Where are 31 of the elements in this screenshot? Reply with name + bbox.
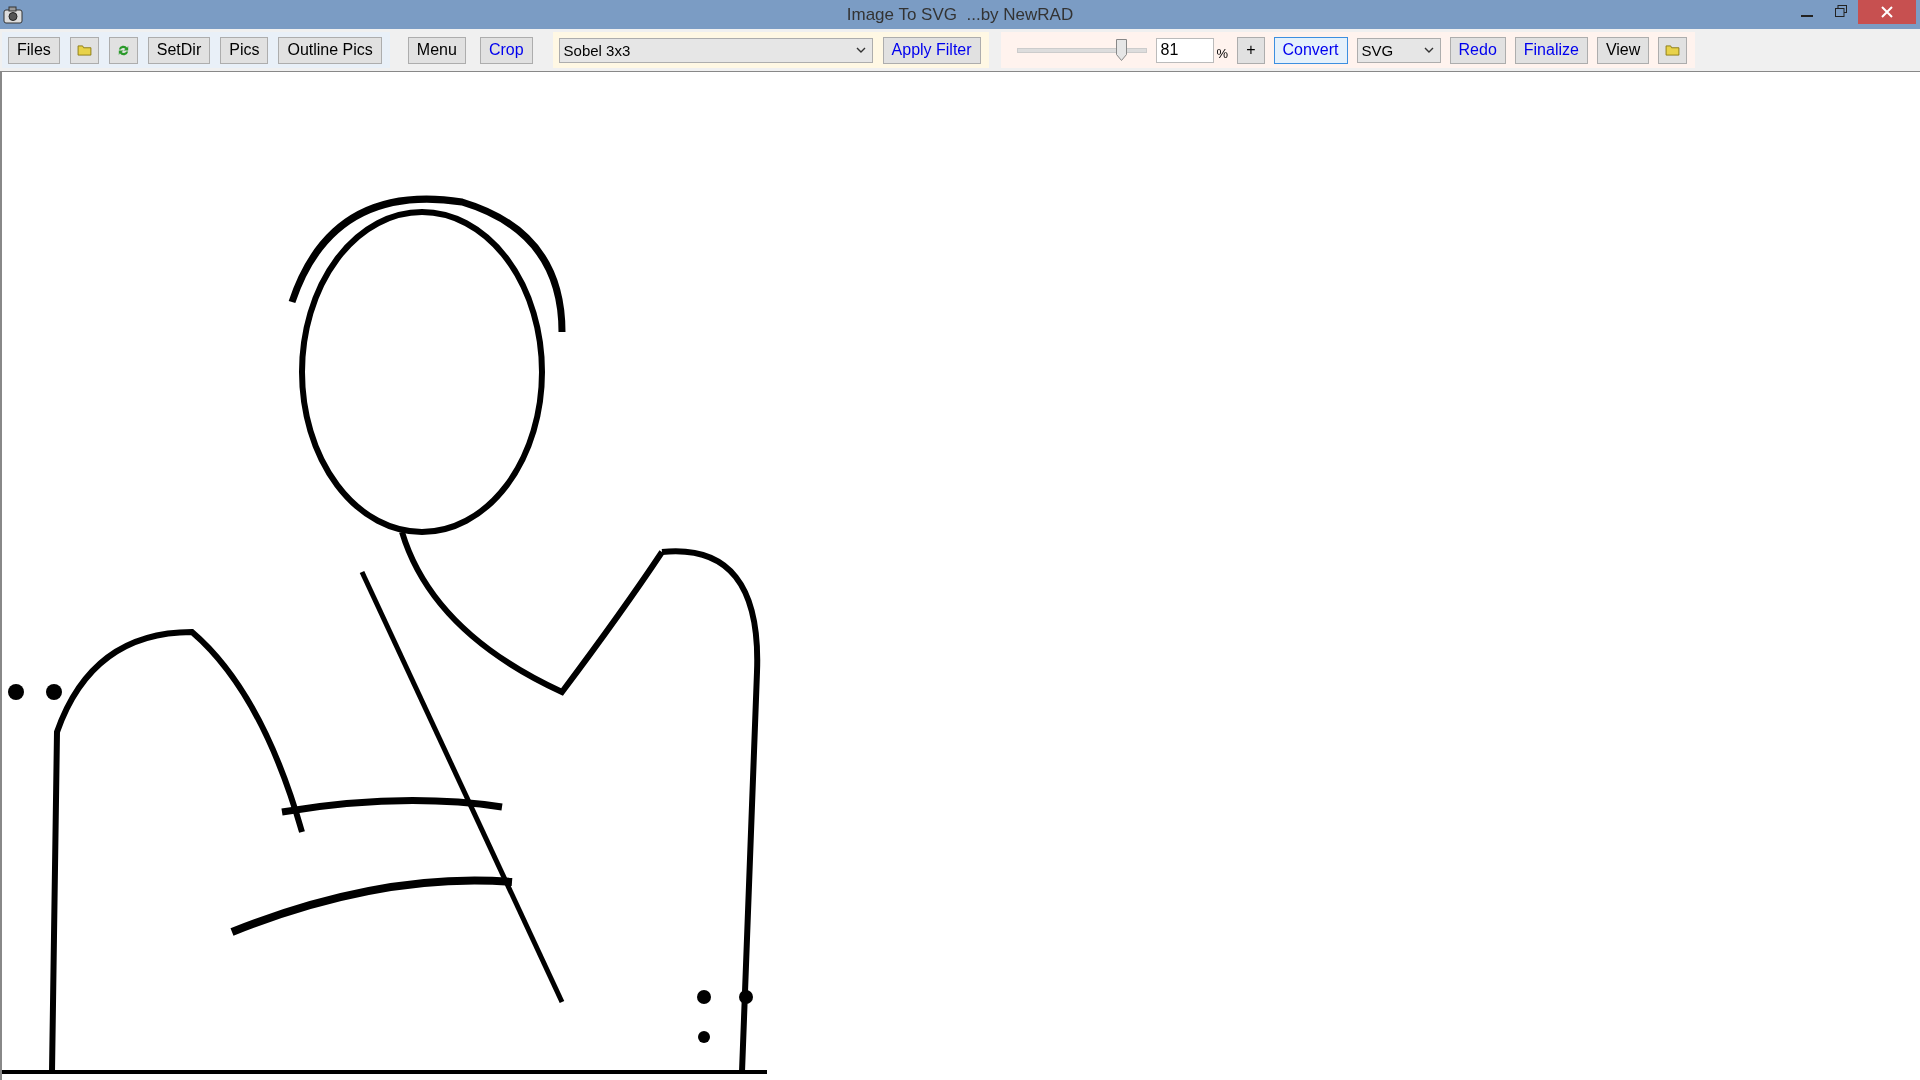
camera-icon xyxy=(3,5,23,24)
zoom-slider[interactable] xyxy=(1016,38,1147,62)
close-button[interactable] xyxy=(1858,0,1916,24)
toolbar-button[interactable]: Convert xyxy=(1273,36,1348,64)
toolbar-button[interactable]: + xyxy=(1237,36,1265,64)
toolbar-button[interactable]: View xyxy=(1596,36,1650,64)
window-title: Image To SVG ...by NewRAD xyxy=(846,4,1074,25)
toolbar-button[interactable]: SetDir xyxy=(147,36,211,64)
dropdown[interactable]: SVG xyxy=(1356,37,1441,63)
folder-button[interactable] xyxy=(1658,36,1688,64)
toolbar-button[interactable]: Apply Filter xyxy=(882,36,981,64)
dropdown[interactable]: Sobel 3x3 xyxy=(558,37,873,63)
slider-thumb[interactable] xyxy=(1115,39,1127,61)
folder-icon xyxy=(76,44,92,56)
toolbar-button[interactable]: Files xyxy=(8,36,60,64)
folder-icon xyxy=(1665,44,1681,56)
toolbar-button[interactable]: Menu xyxy=(407,36,466,64)
close-icon xyxy=(1881,6,1893,18)
toolbar-button[interactable]: Outline Pics xyxy=(278,36,382,64)
refresh-button[interactable] xyxy=(108,36,138,64)
folder-button[interactable] xyxy=(69,36,99,64)
restore-icon xyxy=(1835,5,1847,17)
caret-icon xyxy=(1423,47,1434,53)
toolbar-button[interactable]: Crop xyxy=(479,36,533,64)
minimize-icon xyxy=(1801,14,1813,17)
toolbar-button[interactable]: Redo xyxy=(1449,36,1506,64)
percent-field[interactable]: 81 xyxy=(1155,37,1214,63)
percent-label: % xyxy=(1216,45,1229,61)
caret-icon xyxy=(855,47,866,53)
toolbar-button[interactable]: Finalize xyxy=(1514,36,1588,64)
toolbar-button[interactable]: Pics xyxy=(220,36,269,64)
